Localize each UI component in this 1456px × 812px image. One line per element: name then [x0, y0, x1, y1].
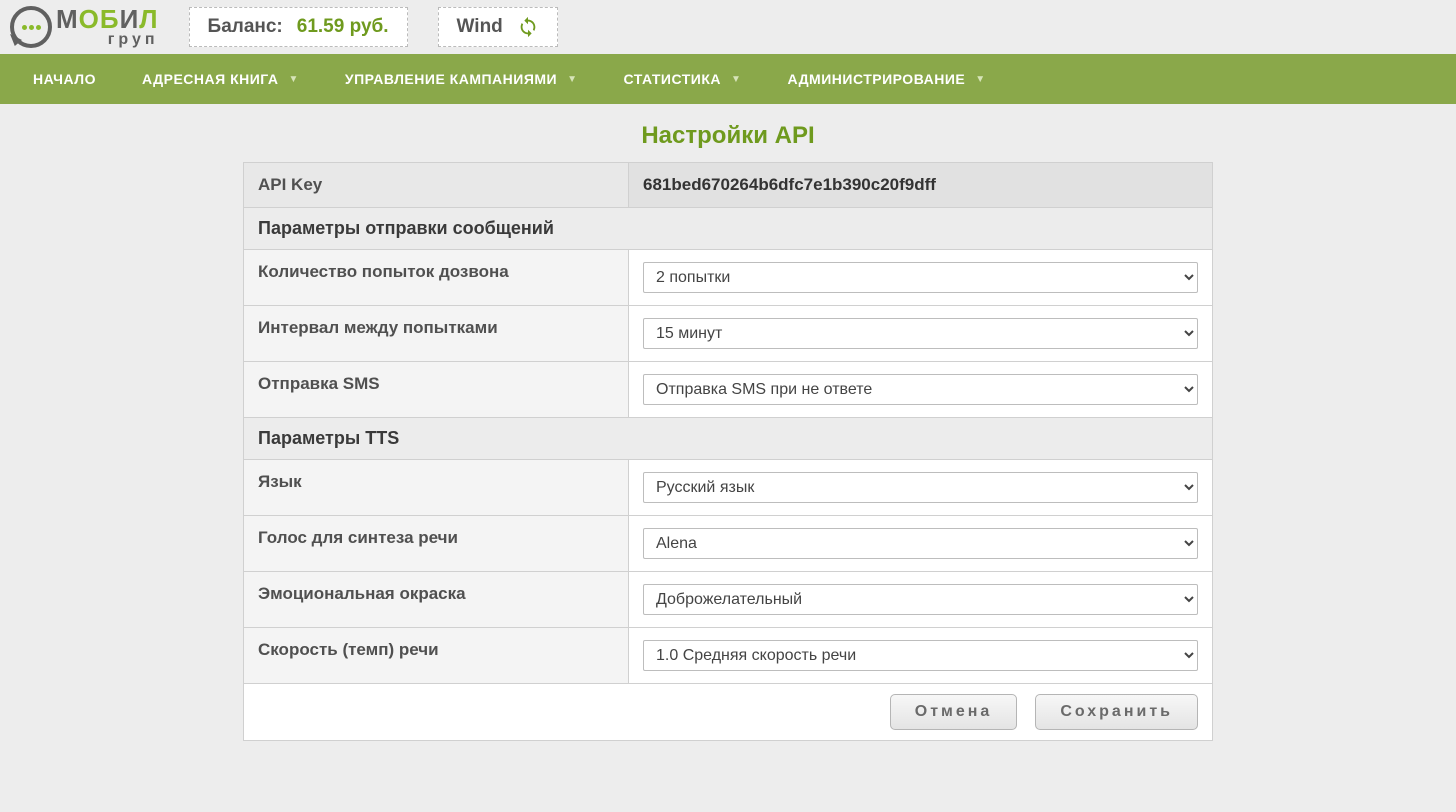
nav-item-admin[interactable]: АДМИНИСТРИРОВАНИЕ ▼ [764, 54, 1008, 104]
api-key-label: API Key [244, 163, 629, 207]
speed-row: Скорость (темп) речи 1.0 Средняя скорост… [244, 628, 1212, 684]
button-row: Отмена Сохранить [244, 684, 1212, 740]
nav-label: УПРАВЛЕНИЕ КАМПАНИЯМИ [345, 71, 557, 87]
wind-widget: Wind [438, 7, 558, 47]
nav-item-stats[interactable]: СТАТИСТИКА ▼ [601, 54, 765, 104]
api-key-row: API Key 681bed670264b6dfc7e1b390c20f9dff [244, 163, 1212, 208]
wind-label: Wind [457, 16, 503, 38]
nav-item-campaigns[interactable]: УПРАВЛЕНИЕ КАМПАНИЯМИ ▼ [322, 54, 601, 104]
emotion-select[interactable]: Доброжелательный [643, 584, 1198, 615]
logo-text: МОБИЛ груп [56, 6, 159, 48]
top-bar: МОБИЛ груп Баланс: 61.59 руб. Wind [0, 0, 1456, 54]
attempts-label: Количество попыток дозвона [244, 250, 629, 305]
refresh-icon[interactable] [517, 16, 539, 38]
nav-item-addressbook[interactable]: АДРЕСНАЯ КНИГА ▼ [119, 54, 322, 104]
chevron-down-icon: ▼ [731, 74, 741, 85]
section-tts-params: Параметры TTS [244, 418, 1212, 460]
voice-label: Голос для синтеза речи [244, 516, 629, 571]
voice-select[interactable]: Alena [643, 528, 1198, 559]
nav-label: АДМИНИСТРИРОВАНИЕ [787, 71, 965, 87]
cancel-button[interactable]: Отмена [890, 694, 1018, 730]
api-key-value: 681bed670264b6dfc7e1b390c20f9dff [629, 163, 1212, 207]
sms-select[interactable]: Отправка SMS при не ответе [643, 374, 1198, 405]
logo-bubble-icon [10, 6, 52, 48]
chevron-down-icon: ▼ [975, 74, 985, 85]
speed-select[interactable]: 1.0 Средняя скорость речи [643, 640, 1198, 671]
chevron-down-icon: ▼ [288, 74, 298, 85]
sms-row: Отправка SMS Отправка SMS при не ответе [244, 362, 1212, 418]
chevron-down-icon: ▼ [567, 74, 577, 85]
interval-select[interactable]: 15 минут [643, 318, 1198, 349]
nav-label: НАЧАЛО [33, 71, 96, 87]
speed-label: Скорость (темп) речи [244, 628, 629, 683]
attempts-row: Количество попыток дозвона 2 попытки [244, 250, 1212, 306]
logo[interactable]: МОБИЛ груп [10, 6, 159, 48]
page-title: Настройки API [0, 104, 1456, 162]
nav-label: СТАТИСТИКА [624, 71, 722, 87]
language-select[interactable]: Русский язык [643, 472, 1198, 503]
sms-label: Отправка SMS [244, 362, 629, 417]
language-label: Язык [244, 460, 629, 515]
language-row: Язык Русский язык [244, 460, 1212, 516]
nav-label: АДРЕСНАЯ КНИГА [142, 71, 278, 87]
nav-item-home[interactable]: НАЧАЛО [10, 54, 119, 104]
emotion-row: Эмоциональная окраска Доброжелательный [244, 572, 1212, 628]
balance-widget: Баланс: 61.59 руб. [189, 7, 408, 47]
balance-amount: 61.59 руб. [297, 16, 389, 38]
api-settings-form: API Key 681bed670264b6dfc7e1b390c20f9dff… [243, 162, 1213, 741]
interval-row: Интервал между попытками 15 минут [244, 306, 1212, 362]
attempts-select[interactable]: 2 попытки [643, 262, 1198, 293]
interval-label: Интервал между попытками [244, 306, 629, 361]
voice-row: Голос для синтеза речи Alena [244, 516, 1212, 572]
save-button[interactable]: Сохранить [1035, 694, 1198, 730]
section-send-params: Параметры отправки сообщений [244, 208, 1212, 250]
main-nav: НАЧАЛО АДРЕСНАЯ КНИГА ▼ УПРАВЛЕНИЕ КАМПА… [0, 54, 1456, 104]
emotion-label: Эмоциональная окраска [244, 572, 629, 627]
balance-label: Баланс: [208, 16, 283, 38]
